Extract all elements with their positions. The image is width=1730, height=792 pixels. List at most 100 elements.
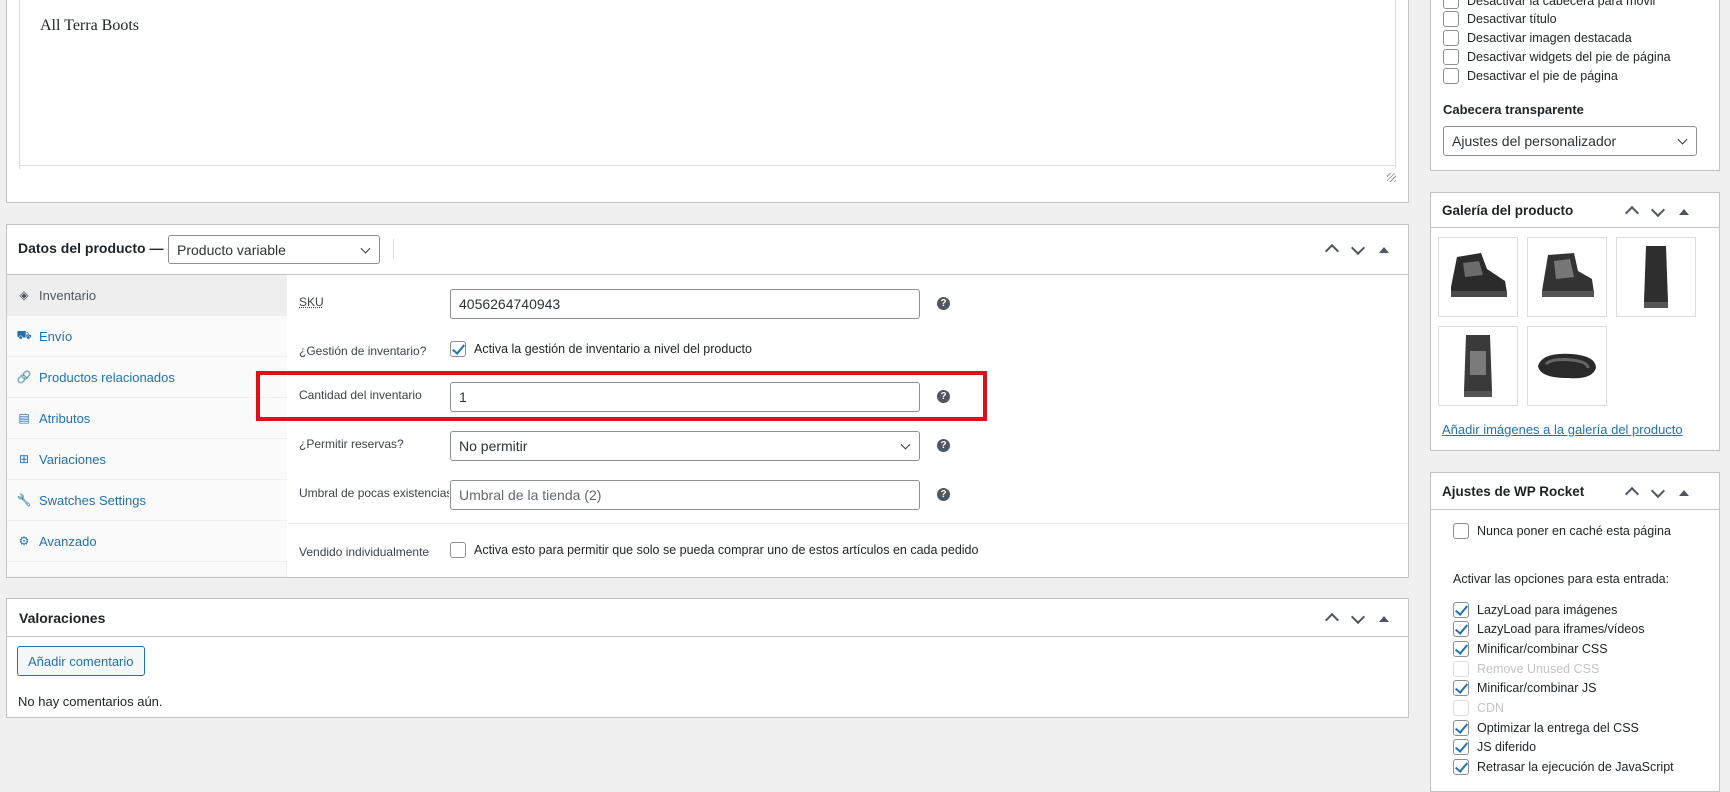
backorders-select[interactable]: No permitir bbox=[450, 431, 920, 461]
editor-statusbar bbox=[20, 165, 1395, 187]
sold-individually-checkbox[interactable] bbox=[450, 542, 466, 558]
gallery-image[interactable] bbox=[1438, 237, 1518, 317]
option-row: Desactivar imagen destacada bbox=[1443, 30, 1632, 46]
rocket-option-checkbox[interactable] bbox=[1453, 739, 1469, 755]
move-up-icon[interactable] bbox=[1624, 203, 1640, 219]
never-cache-checkbox[interactable] bbox=[1453, 523, 1469, 539]
transparent-header-label: Cabecera transparente bbox=[1443, 102, 1584, 117]
option-checkbox[interactable] bbox=[1443, 68, 1459, 84]
rocket-option-checkbox[interactable] bbox=[1453, 602, 1469, 618]
rocket-option-row: Minificar/combinar CSS bbox=[1453, 641, 1608, 657]
transparent-header-select[interactable]: Ajustes del personalizador bbox=[1443, 126, 1697, 156]
tab-envio[interactable]: ⛟ Envío bbox=[7, 316, 287, 357]
rocket-option-checkbox[interactable] bbox=[1453, 641, 1469, 657]
tab-avanzado[interactable]: ⚙ Avanzado bbox=[7, 521, 287, 562]
collapse-toggle-icon[interactable] bbox=[1376, 241, 1392, 257]
stock-management-checkbox[interactable] bbox=[450, 341, 466, 357]
tab-variaciones[interactable]: ⊞ Variaciones bbox=[7, 439, 287, 480]
rocket-option-checkbox[interactable] bbox=[1453, 720, 1469, 736]
low-stock-label: Umbral de pocas existencias bbox=[299, 486, 449, 500]
low-stock-input[interactable]: Umbral de la tienda (2) bbox=[450, 480, 920, 510]
tab-label: Avanzado bbox=[39, 533, 97, 549]
tab-inventario[interactable]: ◈ Inventario bbox=[7, 275, 287, 316]
rocket-option-label: LazyLoad para imágenes bbox=[1477, 603, 1618, 617]
rocket-option-row: JS diferido bbox=[1453, 739, 1536, 755]
option-row: Desactivar título bbox=[1443, 11, 1557, 27]
grid-icon: ⊞ bbox=[18, 452, 30, 466]
option-label: Desactivar el pie de página bbox=[1467, 69, 1618, 83]
chevron-down-icon bbox=[1677, 134, 1688, 145]
rocket-option-row: Optimizar la entrega del CSS bbox=[1453, 720, 1639, 736]
sold-individually-row: Activa esto para permitir que solo se pu… bbox=[450, 542, 978, 558]
move-up-icon[interactable] bbox=[1324, 610, 1340, 626]
boot-image bbox=[1451, 253, 1507, 297]
move-up-icon[interactable] bbox=[1624, 484, 1640, 500]
never-cache-row: Nunca poner en caché esta página bbox=[1453, 523, 1671, 539]
no-comments-text: No hay comentarios aún. bbox=[18, 694, 163, 709]
editor-content-area[interactable]: All Terra Boots bbox=[19, 0, 1396, 187]
option-label: Desactivar título bbox=[1467, 12, 1557, 26]
rocket-option-label: Minificar/combinar JS bbox=[1477, 681, 1597, 695]
product-data-controls bbox=[1324, 241, 1392, 257]
stock-management-label: ¿Gestión de inventario? bbox=[299, 344, 427, 358]
gallery-panel: Galería del producto Añadir imágenes a l… bbox=[1430, 192, 1720, 451]
tag-icon: ◈ bbox=[19, 288, 29, 302]
rocket-option-checkbox bbox=[1453, 661, 1469, 677]
option-checkbox[interactable] bbox=[1443, 0, 1459, 9]
product-tabs: ◈ Inventario ⛟ Envío 🔗 Productos relacio… bbox=[7, 275, 287, 577]
option-checkbox[interactable] bbox=[1443, 49, 1459, 65]
add-gallery-images-link[interactable]: Añadir imágenes a la galería del product… bbox=[1442, 422, 1683, 437]
collapse-toggle-icon[interactable] bbox=[1676, 203, 1692, 219]
gallery-image[interactable] bbox=[1616, 237, 1696, 317]
product-type-select[interactable]: Producto variable bbox=[168, 235, 380, 264]
gear-icon: ⚙ bbox=[18, 534, 30, 548]
highlight-box bbox=[256, 371, 987, 421]
reviews-title: Valoraciones bbox=[19, 610, 106, 626]
rocket-option-label: JS diferido bbox=[1477, 740, 1537, 754]
move-down-icon[interactable] bbox=[1650, 484, 1666, 500]
sku-help-icon[interactable]: ? bbox=[937, 297, 950, 310]
move-down-icon[interactable] bbox=[1650, 203, 1666, 219]
rocket-option-checkbox bbox=[1453, 700, 1469, 716]
option-checkbox[interactable] bbox=[1443, 30, 1459, 46]
option-checkbox[interactable] bbox=[1443, 11, 1459, 27]
rocket-option-checkbox[interactable] bbox=[1453, 621, 1469, 637]
transparent-header-value: Ajustes del personalizador bbox=[1452, 133, 1617, 149]
product-type-value: Producto variable bbox=[177, 241, 286, 258]
rocket-option-checkbox[interactable] bbox=[1453, 680, 1469, 696]
low-stock-help-icon[interactable]: ? bbox=[937, 488, 950, 501]
move-down-icon[interactable] bbox=[1350, 610, 1366, 626]
gallery-header-divider bbox=[1431, 227, 1719, 228]
chevron-down-icon bbox=[900, 439, 911, 450]
tab-label: Envío bbox=[39, 328, 73, 344]
tab-atributos[interactable]: ▤ Atributos bbox=[7, 398, 287, 439]
add-comment-button[interactable]: Añadir comentario bbox=[17, 646, 145, 676]
wp-rocket-header-divider bbox=[1431, 509, 1719, 510]
gallery-image[interactable] bbox=[1527, 237, 1607, 317]
tab-productos-relacionados[interactable]: 🔗 Productos relacionados bbox=[7, 357, 287, 398]
never-cache-label: Nunca poner en caché esta página bbox=[1477, 524, 1671, 538]
tab-swatches-settings[interactable]: 🔧 Swatches Settings bbox=[7, 480, 287, 521]
rocket-option-label: Optimizar la entrega del CSS bbox=[1477, 721, 1639, 735]
option-row: Desactivar la cabecera para móvil bbox=[1443, 0, 1655, 9]
rocket-option-label: CDN bbox=[1477, 701, 1505, 715]
move-down-icon[interactable] bbox=[1350, 241, 1366, 257]
rocket-option-row: LazyLoad para imágenes bbox=[1453, 602, 1617, 618]
collapse-toggle-icon[interactable] bbox=[1376, 610, 1392, 626]
backorders-help-icon[interactable]: ? bbox=[937, 439, 950, 452]
move-up-icon[interactable] bbox=[1324, 241, 1340, 257]
sku-input[interactable]: 4056264740943 bbox=[450, 289, 920, 319]
tab-label: Inventario bbox=[39, 287, 97, 303]
sold-individually-label: Vendido individualmente bbox=[299, 545, 430, 559]
rocket-option-row: CDN bbox=[1453, 700, 1504, 716]
page-options-panel: Desactivar la cabecera para móvil Desact… bbox=[1430, 0, 1720, 171]
collapse-toggle-icon[interactable] bbox=[1676, 484, 1692, 500]
rocket-option-label: LazyLoad para iframes/vídeos bbox=[1477, 622, 1645, 636]
gallery-image[interactable] bbox=[1438, 326, 1518, 406]
fields-divider bbox=[288, 523, 1408, 524]
resize-handle-icon[interactable] bbox=[1387, 173, 1396, 182]
wp-rocket-controls bbox=[1624, 484, 1692, 500]
boot-image bbox=[1464, 335, 1492, 397]
option-label: Desactivar la cabecera para móvil bbox=[1467, 0, 1656, 8]
gallery-image[interactable] bbox=[1527, 326, 1607, 406]
